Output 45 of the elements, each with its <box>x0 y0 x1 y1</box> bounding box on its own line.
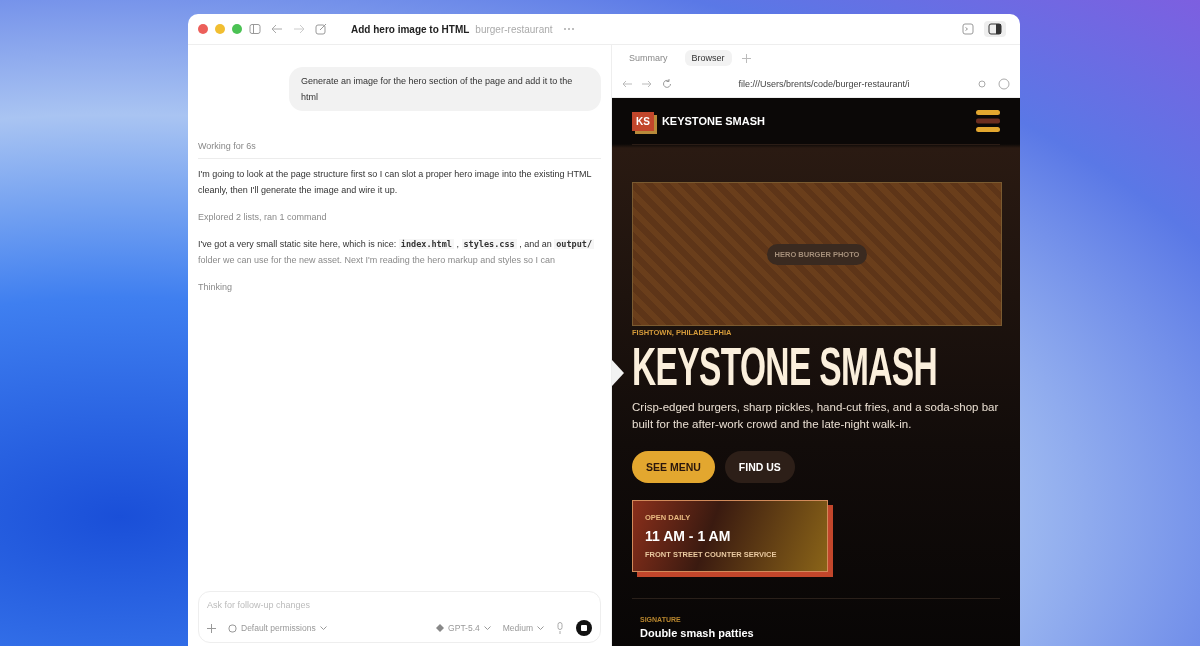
compose-icon[interactable] <box>315 23 327 35</box>
minimize-dot-icon[interactable] <box>215 24 225 34</box>
terminal-icon[interactable] <box>962 23 974 35</box>
hero-heading: KEYSTONE SMASH <box>632 341 938 391</box>
effort-dropdown[interactable]: Medium <box>502 623 544 633</box>
window-title: Add hero image to HTML <box>351 23 470 35</box>
close-dot-icon[interactable] <box>198 24 208 34</box>
microphone-icon[interactable] <box>556 622 564 634</box>
working-status: Working for 6s <box>198 141 601 159</box>
forward-arrow-icon[interactable] <box>642 80 652 88</box>
burger-menu-icon[interactable] <box>976 109 1000 133</box>
zoom-dot-icon[interactable] <box>232 24 242 34</box>
find-us-button[interactable]: FIND US <box>724 451 795 483</box>
project-name: burger-restaurant <box>475 23 553 35</box>
forward-arrow-icon[interactable] <box>293 24 305 34</box>
more-icon[interactable] <box>562 27 575 31</box>
back-arrow-icon[interactable] <box>622 80 632 88</box>
brand-name: KEYSTONE SMASH <box>661 115 765 127</box>
back-arrow-icon[interactable] <box>271 24 283 34</box>
model-dropdown[interactable]: GPT-5.4 <box>436 623 491 633</box>
menu-button[interactable]: SEE MENU <box>632 451 715 483</box>
chevron-down-icon <box>537 626 544 630</box>
assistant-message: I'm going to look at the page structure first so I can slot a proper hero image into the existing HTML cleanly, then I'll generate the image and wire it up. <box>198 168 593 197</box>
url-field[interactable]: file:///Users/brents/code/burger-restaurant/i <box>682 79 966 89</box>
user-message: Generate an image for the hero section of the page and add it to the html <box>289 67 601 111</box>
add-icon[interactable] <box>207 623 216 633</box>
signature-title: Double smash patties <box>640 627 754 639</box>
panel-tab[interactable]: Summary <box>622 50 675 66</box>
panel-tab[interactable]: Browser <box>684 50 732 66</box>
hero-description: Crisp-edged burgers, sharp pickles, hand-cut fries, and a soda-shop bar built for the after-work crowd and the late-night walk-in. <box>632 400 1000 432</box>
new-tab-icon[interactable] <box>741 53 751 63</box>
chevron-down-icon <box>483 626 491 630</box>
panel-toggle-icon[interactable] <box>984 21 1006 37</box>
sidebar-icon[interactable] <box>249 23 261 35</box>
chevron-down-icon <box>319 626 327 630</box>
permissions-dropdown[interactable]: Default permissions <box>228 623 327 633</box>
step-summary: Explored 2 lists, ran 1 command <box>198 211 328 224</box>
hours-time: 11 AM - 1 AM <box>645 528 732 544</box>
diamond-icon <box>436 624 445 632</box>
step-summary: Thinking <box>198 281 234 294</box>
assistant-message: I've got a very small static site here, which is nice: index.html , styles.css , and an output/ folder we can use for the new asset. Next I'm reading the hero markup and styles so I can <box>198 238 596 267</box>
composer-field[interactable]: Ask for follow-up changes Default permissions GPT-5.4 Medium <box>198 591 601 643</box>
reload-icon[interactable] <box>662 79 672 89</box>
logo-badge: KS <box>632 111 654 131</box>
stop-button[interactable] <box>576 620 592 636</box>
